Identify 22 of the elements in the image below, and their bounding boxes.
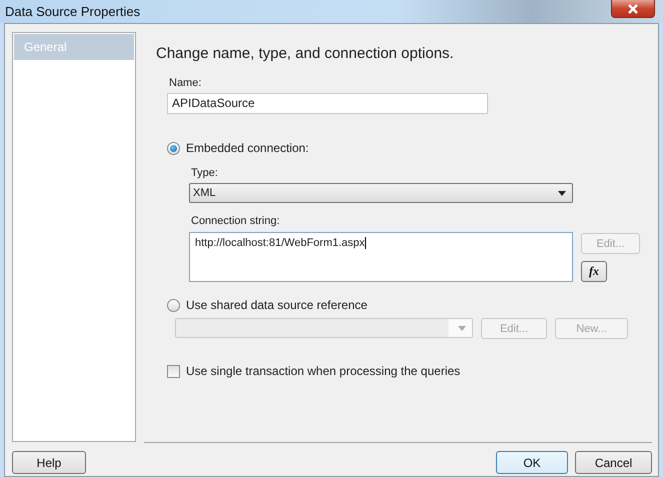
close-icon	[626, 4, 640, 14]
expression-button[interactable]: fx	[581, 261, 607, 282]
name-field[interactable]: APIDataSource	[167, 93, 488, 114]
cancel-button[interactable]: Cancel	[575, 451, 652, 474]
close-button[interactable]	[611, 0, 655, 18]
checkbox[interactable]	[167, 364, 180, 378]
type-label: Type:	[191, 167, 219, 179]
radio-button[interactable]	[167, 298, 180, 312]
connection-string-field[interactable]: http://localhost:81/WebForm1.aspx	[189, 232, 573, 282]
dropdown-arrow-icon	[458, 326, 466, 330]
type-dropdown[interactable]: XML	[189, 183, 573, 203]
page-heading: Change name, type, and connection options.	[156, 45, 455, 62]
name-label: Name:	[169, 77, 202, 89]
radio-label: Use shared data source reference	[186, 298, 368, 312]
radio-label: Embedded connection:	[186, 141, 309, 155]
help-button[interactable]: Help	[12, 451, 86, 474]
ok-button[interactable]: OK	[496, 451, 568, 474]
checkbox-label: Use single transaction when processing the queries	[186, 364, 460, 378]
dropdown-arrow-icon	[558, 190, 566, 196]
radio-button[interactable]	[167, 142, 180, 154]
window-title: Data Source Properties	[5, 4, 142, 19]
connection-string-label: Connection string:	[191, 215, 281, 227]
